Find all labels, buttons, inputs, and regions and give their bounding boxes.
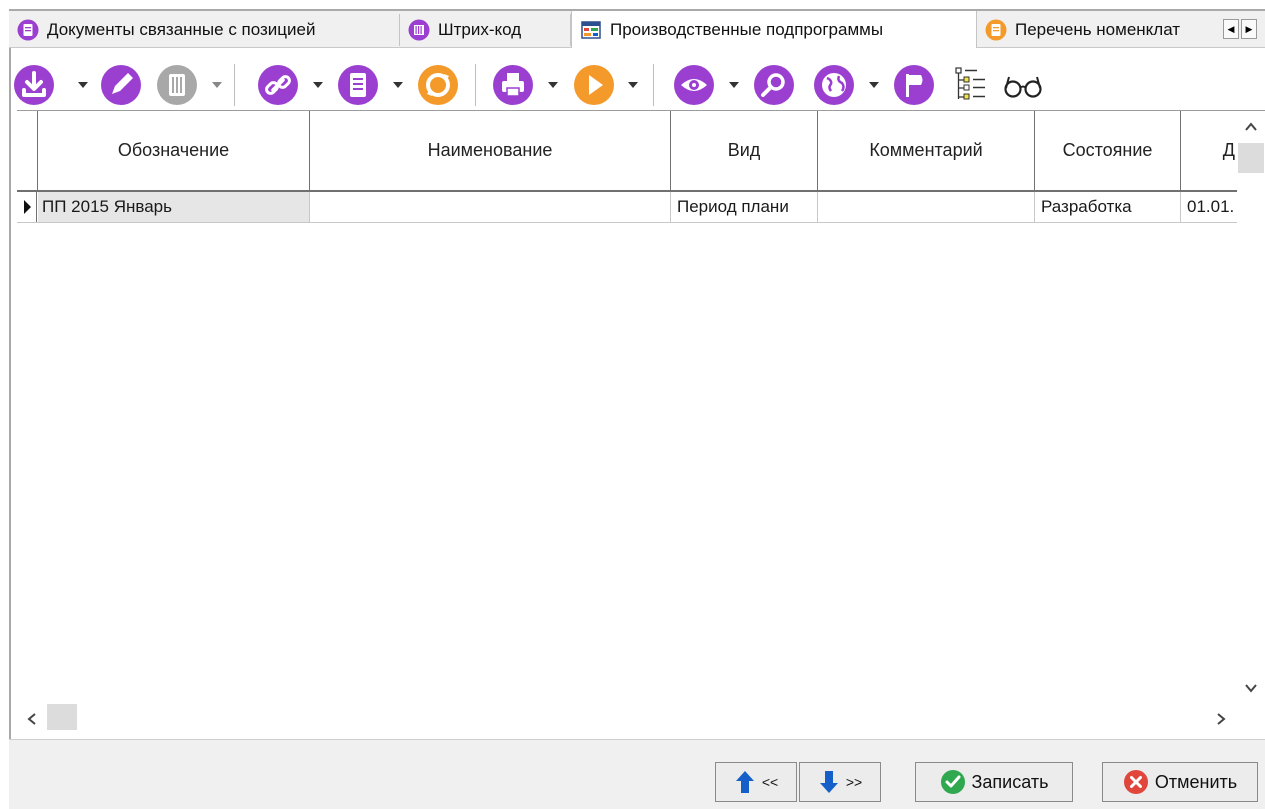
cancel-label: Отменить: [1154, 771, 1238, 792]
cell-state[interactable]: Разработка: [1035, 192, 1181, 222]
delete-dropdown-arrow[interactable]: [212, 82, 222, 88]
edit-icon[interactable]: [100, 64, 142, 106]
toolbar-separator: [653, 64, 654, 106]
play-icon[interactable]: [573, 64, 615, 106]
dialog-footer: << >> Записать Отменить: [9, 739, 1265, 809]
import-icon[interactable]: [13, 64, 55, 106]
print-icon[interactable]: [492, 64, 534, 106]
column-header-designation[interactable]: Обозначение: [38, 111, 310, 190]
tab-nomenclature-list[interactable]: Перечень номенклат: [977, 14, 1223, 46]
tab-bar: Документы связанные с позицией Штрих-код…: [9, 11, 1265, 48]
tab-label: Документы связанные с позицией: [47, 20, 316, 39]
globe-dropdown-arrow[interactable]: [869, 82, 879, 88]
column-header-state[interactable]: Состояние: [1035, 111, 1181, 190]
move-up-label: <<: [761, 774, 779, 790]
chevron-right-icon[interactable]: [1207, 704, 1235, 734]
production-table-icon: [581, 20, 601, 39]
delete-icon[interactable]: [156, 64, 198, 106]
arrow-up-icon: [735, 771, 754, 793]
vertical-scrollbar[interactable]: [1237, 111, 1265, 704]
search-icon[interactable]: [753, 64, 795, 106]
document-dropdown-arrow[interactable]: [393, 82, 403, 88]
horizontal-scrollbar[interactable]: [17, 704, 1265, 734]
tab-scroll-right-button[interactable]: ▶: [1241, 19, 1257, 39]
horizontal-scroll-thumb[interactable]: [47, 704, 77, 730]
save-label: Записать: [971, 771, 1049, 792]
cell-name[interactable]: [310, 192, 671, 222]
view-dropdown-arrow[interactable]: [729, 82, 739, 88]
vertical-scroll-thumb[interactable]: [1238, 143, 1264, 173]
move-up-button[interactable]: <<: [715, 762, 797, 802]
arrow-down-icon: [819, 771, 838, 793]
document-link-icon: [17, 19, 39, 41]
column-header-comment[interactable]: Комментарий: [818, 111, 1035, 190]
tab-related-documents[interactable]: Документы связанные с позицией: [9, 14, 400, 46]
import-dropdown-arrow[interactable]: [78, 82, 88, 88]
grid-header: Обозначение Наименование Вид Комментарий…: [17, 111, 1237, 192]
print-dropdown-arrow[interactable]: [548, 82, 558, 88]
header-indicator-cell: [17, 111, 38, 190]
tab-scroll-left-button[interactable]: ◀: [1223, 19, 1239, 39]
check-icon: [940, 770, 965, 794]
link-dropdown-arrow[interactable]: [313, 82, 323, 88]
cell-comment[interactable]: [818, 192, 1035, 222]
barcode-icon: [408, 19, 430, 41]
view-icon[interactable]: [673, 64, 715, 106]
tree-icon[interactable]: [951, 64, 993, 106]
glasses-icon[interactable]: [999, 64, 1049, 106]
cell-designation[interactable]: ПП 2015 Январь: [38, 192, 310, 222]
tab-barcode[interactable]: Штрих-код: [400, 14, 571, 46]
chevron-left-icon[interactable]: [17, 704, 45, 734]
column-header-kind[interactable]: Вид: [671, 111, 818, 190]
cancel-button[interactable]: Отменить: [1102, 762, 1258, 802]
chevron-up-icon[interactable]: [1237, 111, 1265, 141]
toolbar-separator: [475, 64, 476, 106]
cell-kind[interactable]: Период плани: [671, 192, 818, 222]
table-row[interactable]: ПП 2015 Январь Период плани Разработка 0…: [17, 192, 1237, 223]
tab-production-subprograms[interactable]: Производственные подпрограммы: [571, 11, 977, 48]
globe-icon[interactable]: [813, 64, 855, 106]
data-grid: Обозначение Наименование Вид Комментарий…: [17, 110, 1265, 740]
chevron-down-icon[interactable]: [1237, 674, 1265, 704]
close-icon: [1123, 770, 1148, 794]
nomenclature-list-icon: [985, 19, 1007, 41]
save-button[interactable]: Записать: [915, 762, 1073, 802]
move-down-label: >>: [845, 774, 863, 790]
column-header-date[interactable]: Д: [1181, 111, 1237, 190]
toolbar: [11, 56, 1265, 110]
move-down-button[interactable]: >>: [799, 762, 881, 802]
tab-label: Производственные подпрограммы: [610, 19, 884, 39]
cell-date[interactable]: 01.01.: [1181, 192, 1237, 222]
tab-label: Перечень номенклат: [1015, 20, 1181, 39]
flag-icon[interactable]: [893, 64, 935, 106]
play-dropdown-arrow[interactable]: [628, 82, 638, 88]
refresh-icon[interactable]: [417, 64, 459, 106]
column-header-name[interactable]: Наименование: [310, 111, 671, 190]
toolbar-separator: [234, 64, 235, 106]
link-icon[interactable]: [257, 64, 299, 106]
document-icon[interactable]: [337, 64, 379, 106]
tab-label: Штрих-код: [438, 20, 522, 39]
